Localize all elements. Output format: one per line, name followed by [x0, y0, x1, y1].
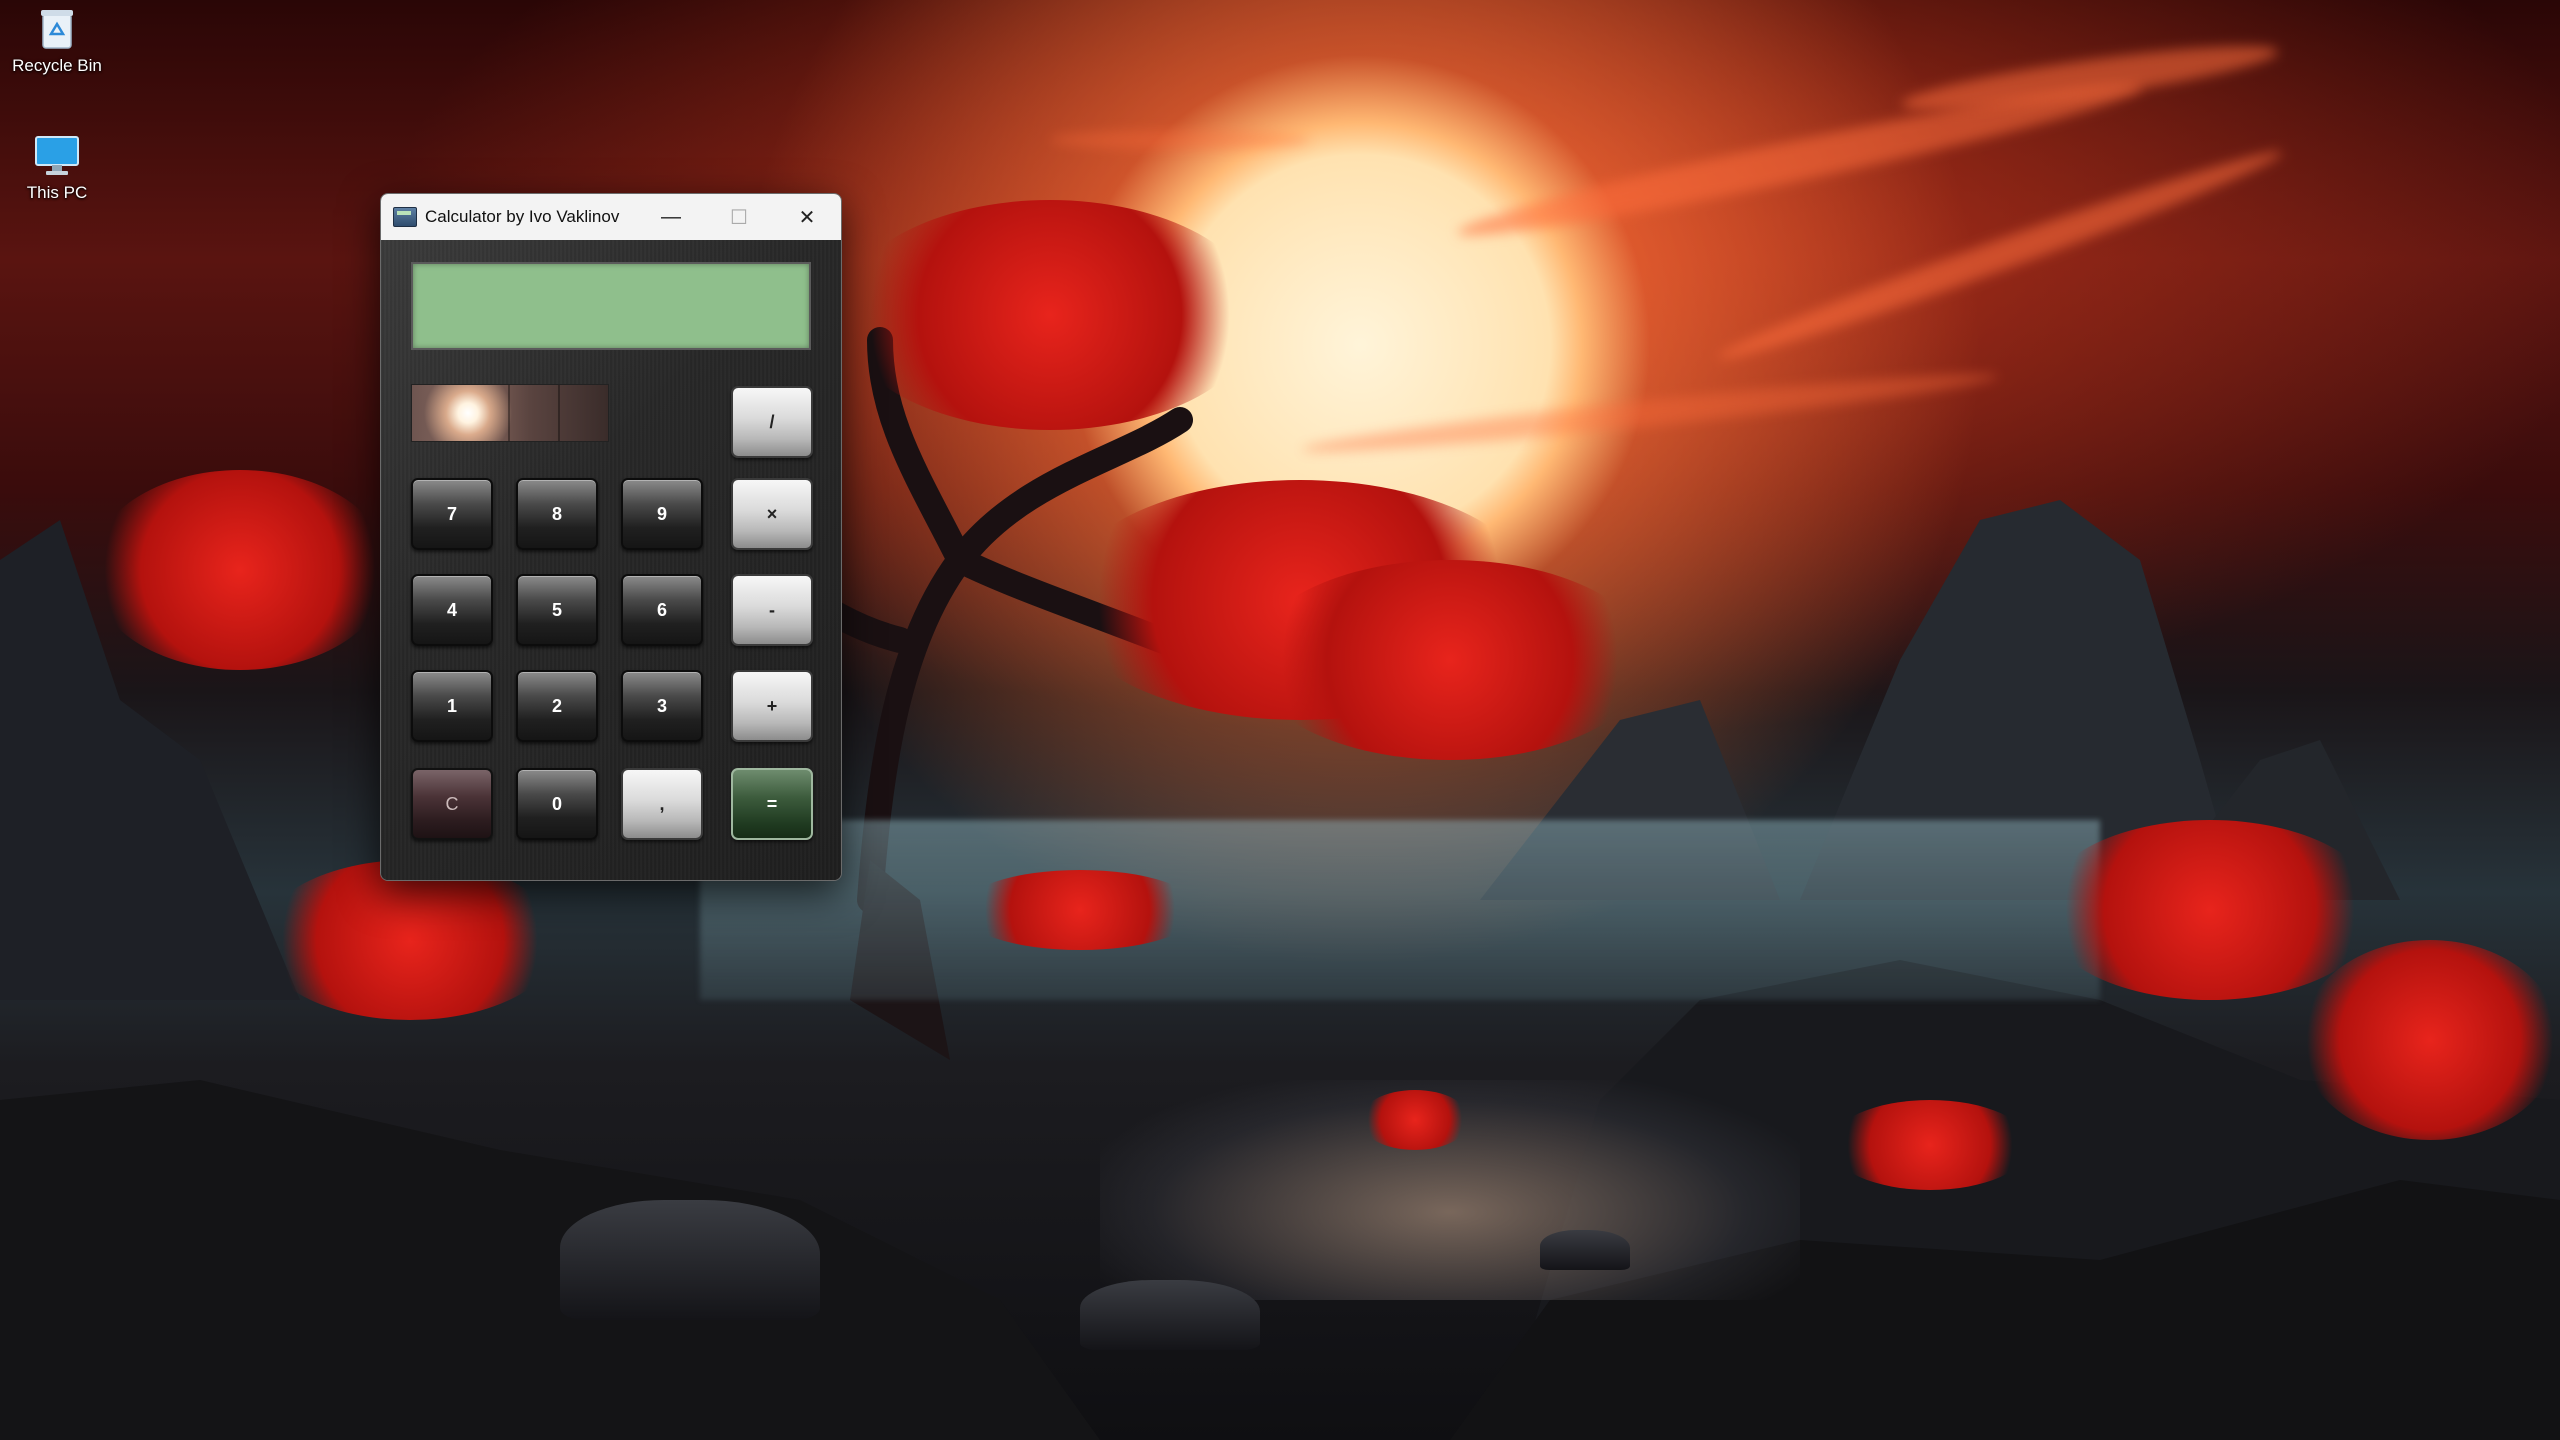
minus-button[interactable]: -	[731, 574, 813, 646]
desktop-icon-label: This PC	[26, 183, 88, 202]
desktop-icon-this-pc[interactable]: This PC	[2, 135, 112, 203]
digit-0-button[interactable]: 0	[516, 768, 598, 840]
desktop: Recycle Bin This PC Calculator by Ivo Va…	[0, 0, 2560, 1440]
recycle-bin-icon	[41, 10, 73, 49]
digit-3-button[interactable]: 3	[621, 670, 703, 742]
digit-4-button[interactable]: 4	[411, 574, 493, 646]
calculator-window: Calculator by Ivo Vaklinov — ☐ ✕ / 7 8 9…	[380, 193, 842, 881]
close-icon: ✕	[798, 206, 816, 229]
desktop-icon-recycle-bin[interactable]: Recycle Bin	[2, 6, 112, 76]
monitor-icon	[35, 136, 79, 175]
clear-button[interactable]: C	[411, 768, 493, 840]
maximize-button[interactable]: ☐	[705, 194, 773, 240]
digit-5-button[interactable]: 5	[516, 574, 598, 646]
calculator-app-icon	[393, 207, 417, 227]
lake	[700, 820, 2100, 1000]
digit-7-button[interactable]: 7	[411, 478, 493, 550]
equals-button[interactable]: =	[731, 768, 813, 840]
decimal-button[interactable]: ,	[621, 768, 703, 840]
digit-8-button[interactable]: 8	[516, 478, 598, 550]
digit-2-button[interactable]: 2	[516, 670, 598, 742]
multiply-button[interactable]: ×	[731, 478, 813, 550]
window-title: Calculator by Ivo Vaklinov	[425, 207, 620, 226]
close-button[interactable]: ✕	[773, 194, 841, 240]
maximize-icon: ☐	[730, 206, 748, 229]
title-bar[interactable]: Calculator by Ivo Vaklinov — ☐ ✕	[381, 194, 841, 240]
digit-1-button[interactable]: 1	[411, 670, 493, 742]
decorative-logo-strip	[411, 384, 609, 442]
plus-button[interactable]: +	[731, 670, 813, 742]
calculator-body: / 7 8 9 × 4 5 6 - 1 2 3 + C 0 , =	[381, 240, 841, 880]
divide-button[interactable]: /	[731, 386, 813, 458]
digit-9-button[interactable]: 9	[621, 478, 703, 550]
minimize-button[interactable]: —	[637, 194, 705, 240]
minimize-icon: —	[661, 205, 681, 228]
calculator-display	[411, 262, 811, 350]
digit-6-button[interactable]: 6	[621, 574, 703, 646]
desktop-icon-label: Recycle Bin	[12, 56, 102, 75]
